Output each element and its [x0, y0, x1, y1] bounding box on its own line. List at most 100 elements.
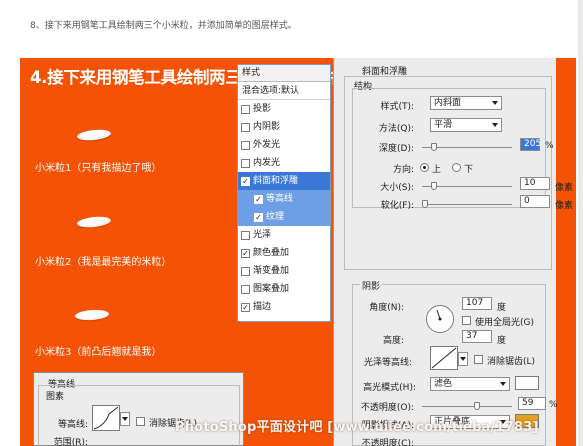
style-list-item[interactable]: 光泽 [238, 226, 330, 244]
size-input[interactable]: 10 [520, 177, 550, 190]
style-checkbox[interactable]: ✓ [241, 248, 250, 258]
depth-slider-knob[interactable] [431, 143, 437, 151]
depth-label: 深度(D): [379, 144, 414, 154]
style-list-item[interactable]: 外发光 [238, 136, 330, 154]
highlight-mode-value: 滤色 [434, 379, 453, 389]
rice-grain-3-label: 小米粒3（前凸后翘就是我） [35, 347, 162, 358]
layer-style-list: 样式 混合选项:默认 投影 内阴影 外发光 内发光 ✓ 斜面和浮雕 ✓ 等高线 ✓ 纹理 光泽 ✓ 颜色… [237, 64, 331, 322]
direction-label: 方向: [392, 165, 414, 175]
gloss-antialias-label: 消除锯齿(L) [487, 357, 536, 367]
style-list-header: 样式 [238, 65, 330, 82]
angle-dial[interactable] [426, 305, 454, 333]
highlight-opacity-unit: % [549, 400, 558, 410]
style-checkbox[interactable] [241, 140, 250, 150]
direction-up-radio[interactable] [420, 163, 429, 172]
style-list-item-label: 描边 [253, 302, 272, 312]
bevel-style-label: 样式(T): [380, 102, 414, 112]
depth-unit: % [545, 141, 554, 151]
contour-label: 等高线: [57, 420, 88, 430]
highlight-mode-label: 高光模式(H): [363, 383, 416, 393]
highlight-opacity-label: 不透明度(O): [360, 403, 414, 413]
bevel-emboss-panel: 斜面和浮雕 结构 样式(T): 内斜面 方法(Q): 平滑 深度(D): 205… [333, 58, 573, 446]
step-caption: 8、接下来用钢笔工具绘制两三个小米粒，并添加简单的图层样式。 [30, 21, 297, 31]
style-checkbox[interactable] [241, 266, 250, 276]
chevron-down-icon [492, 123, 498, 127]
contour-dropdown[interactable] [120, 412, 130, 426]
angle-unit: 度 [497, 303, 507, 313]
contour-antialias-checkbox[interactable] [136, 417, 145, 426]
soften-unit: 像素 [555, 201, 574, 211]
style-list-item-label: 内阴影 [253, 122, 281, 132]
highlight-opacity-knob[interactable] [474, 402, 480, 410]
style-checkbox[interactable]: ✓ [254, 194, 263, 204]
style-checkbox[interactable] [241, 284, 250, 294]
highlight-mode-select[interactable]: 滤色 [430, 377, 510, 391]
soften-slider-knob[interactable] [422, 200, 428, 208]
style-list-item[interactable]: ✓ 描边 [238, 298, 330, 316]
style-list-item[interactable]: 内阴影 [238, 118, 330, 136]
rice-grain-3 [74, 308, 110, 322]
shadow-opacity-label: 不透明度(C): [361, 439, 414, 446]
style-checkbox[interactable] [241, 230, 250, 240]
angle-input[interactable]: 107 [462, 297, 492, 310]
range-label: 范围(R): [53, 438, 88, 446]
style-checkbox[interactable] [241, 104, 250, 114]
size-slider[interactable] [422, 182, 512, 190]
direction-down-radio[interactable] [452, 163, 461, 172]
style-list-item[interactable]: 投影 [238, 100, 330, 118]
bevel-style-value: 内斜面 [434, 98, 462, 108]
size-label: 大小(S): [380, 183, 414, 193]
depth-slider[interactable] [422, 143, 512, 151]
contour-curve-icon [431, 347, 457, 369]
blend-options-item[interactable]: 混合选项:默认 [238, 82, 330, 100]
style-checkbox[interactable] [241, 122, 250, 132]
soften-slider[interactable] [422, 200, 512, 208]
gloss-contour-label: 光泽等高线: [363, 358, 412, 368]
style-list-item-label: 外发光 [253, 140, 281, 150]
gloss-contour-dropdown[interactable] [458, 352, 468, 366]
style-list-item[interactable]: 内发光 [238, 154, 330, 172]
rice-grain-1-label: 小米粒1（只有我描边了哦） [35, 163, 162, 174]
rice-grain-2 [76, 215, 112, 229]
style-list-item-label: 光泽 [253, 230, 272, 240]
size-slider-knob[interactable] [431, 182, 437, 190]
depth-input[interactable]: 205 [520, 138, 541, 151]
global-light-checkbox[interactable] [462, 316, 471, 325]
style-list-item-label: 纹理 [266, 212, 285, 222]
watermark-text: PhotoShop平面设计吧 [www.uiiee.com/tieba/1783… [175, 420, 539, 435]
style-list-item[interactable]: ✓ 等高线 [238, 190, 330, 208]
style-list-item[interactable]: ✓ 纹理 [238, 208, 330, 226]
style-list-item-label: 等高线 [266, 194, 294, 204]
technique-value: 平滑 [434, 120, 453, 130]
bevel-style-select[interactable]: 内斜面 [430, 96, 502, 110]
gloss-contour-preview[interactable] [430, 346, 458, 370]
style-list-item-label: 投影 [253, 104, 272, 114]
highlight-opacity-input[interactable]: 59 [518, 397, 546, 410]
altitude-input[interactable]: 37 [462, 330, 492, 343]
style-list-item[interactable]: ✓ 颜色叠加 [238, 244, 330, 262]
style-checkbox[interactable]: ✓ [254, 212, 263, 222]
contour-preview[interactable] [92, 405, 120, 431]
soften-input[interactable]: 0 [520, 195, 550, 208]
page-scroll-edge [578, 0, 583, 446]
style-checkbox[interactable]: ✓ [241, 176, 250, 186]
style-list-item[interactable]: 渐变叠加 [238, 262, 330, 280]
direction-up-label: 上 [432, 165, 442, 175]
highlight-color-swatch[interactable] [515, 376, 539, 390]
style-checkbox[interactable]: ✓ [241, 302, 250, 312]
highlight-opacity-slider[interactable] [422, 402, 512, 410]
style-list-item-label: 图案叠加 [253, 284, 290, 294]
angle-label: 角度(N): [369, 303, 404, 313]
chevron-down-icon [460, 357, 466, 361]
chevron-down-icon [500, 382, 506, 386]
chevron-down-icon [492, 101, 498, 105]
contour-curve-icon [93, 406, 119, 430]
technique-select[interactable]: 平滑 [430, 118, 502, 132]
style-checkbox[interactable] [241, 158, 250, 168]
style-list-item[interactable]: ✓ 斜面和浮雕 [238, 172, 330, 190]
style-list-item[interactable]: 图案叠加 [238, 280, 330, 298]
style-list-item-label: 颜色叠加 [253, 248, 290, 258]
gloss-antialias-checkbox[interactable] [474, 355, 483, 364]
style-list-item-label: 渐变叠加 [253, 266, 290, 276]
technique-label: 方法(Q): [378, 124, 414, 134]
